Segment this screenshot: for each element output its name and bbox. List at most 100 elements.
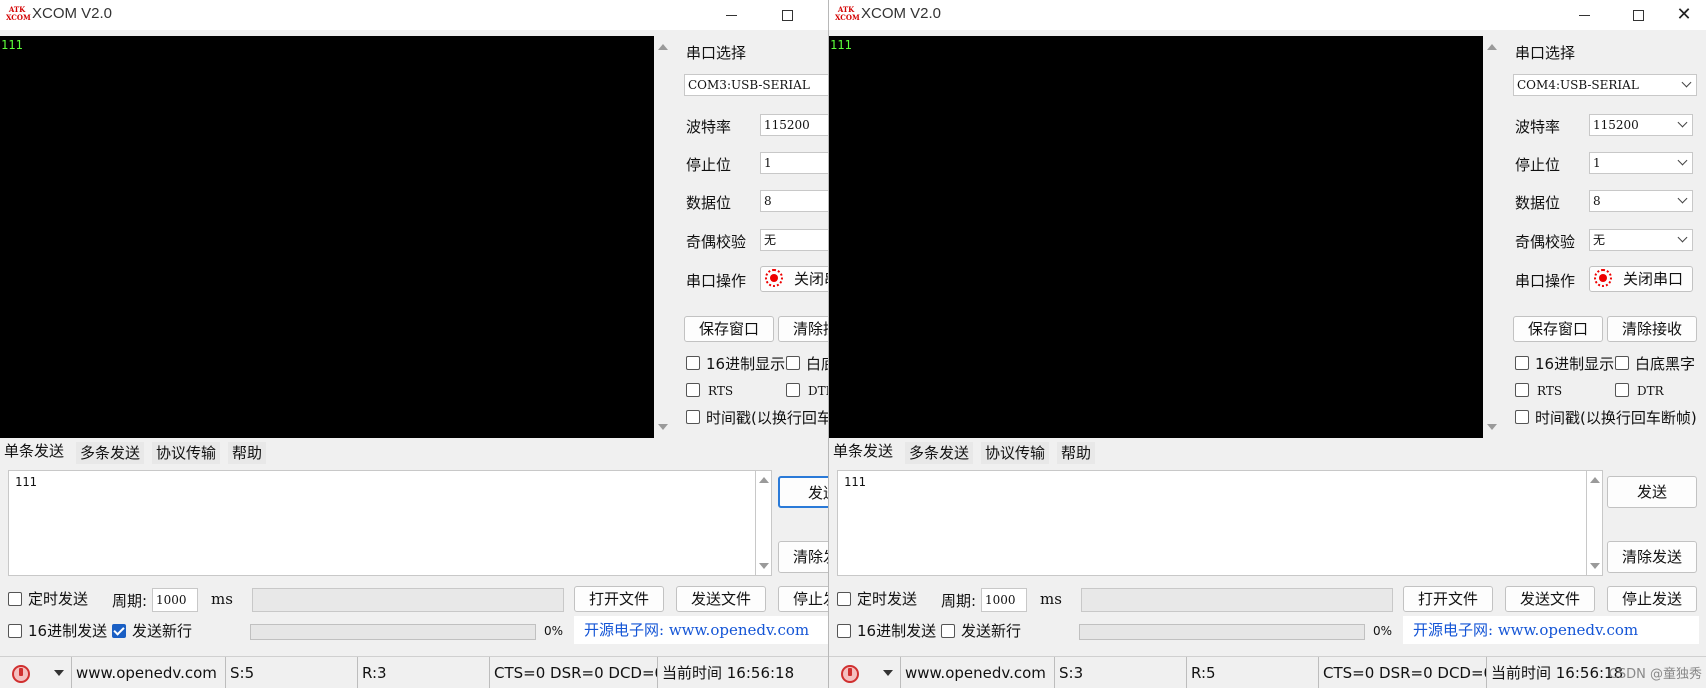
send-scrollbar[interactable] [756, 470, 772, 576]
period-label: 周期: [941, 592, 977, 610]
clear-receive-button[interactable]: 清除接收 [778, 316, 828, 342]
parity-select[interactable]: 无 [760, 229, 828, 251]
white-bg-checkbox[interactable] [1615, 356, 1629, 370]
tab-multi-send[interactable]: 多条发送 [905, 442, 974, 464]
tab-single-send[interactable]: 单条发送 [829, 440, 898, 462]
receive-scrollbar[interactable] [1483, 36, 1501, 438]
send-file-button[interactable]: 发送文件 [1505, 586, 1595, 612]
scroll-up-icon[interactable] [758, 477, 769, 483]
open-file-button[interactable]: 打开文件 [1403, 586, 1493, 612]
parity-select[interactable]: 无 [1589, 229, 1693, 251]
send-file-button[interactable]: 发送文件 [676, 586, 766, 612]
hex-send-checkbox[interactable] [8, 624, 22, 638]
baud-select[interactable]: 115200 [760, 114, 828, 136]
period-input[interactable]: 1000 [981, 588, 1027, 612]
open-file-button[interactable]: 打开文件 [574, 586, 664, 612]
port-select[interactable]: COM4:USB-SERIAL [1513, 74, 1697, 96]
power-dropdown[interactable] [829, 657, 901, 688]
scroll-down-icon[interactable] [758, 563, 769, 569]
period-label: 周期: [112, 592, 148, 610]
stop-send-button[interactable]: 停止发送 [778, 586, 828, 612]
tab-help[interactable]: 帮助 [1057, 442, 1096, 464]
dtr-checkbox[interactable] [1615, 383, 1629, 397]
scroll-up-icon[interactable] [1487, 44, 1497, 50]
scroll-down-icon[interactable] [1487, 424, 1497, 430]
send-newline-checkbox[interactable] [941, 624, 955, 638]
window-title: XCOM V2.0 [32, 5, 113, 22]
stop-send-button[interactable]: 停止发送 [1607, 586, 1697, 612]
status-recv-count: R:5 [1187, 657, 1319, 688]
hex-display-checkbox[interactable] [686, 356, 700, 370]
timestamp-label: 时间戳(以换行回车断帧) [706, 409, 828, 427]
tab-help[interactable]: 帮助 [228, 442, 267, 464]
stop-bits-select[interactable]: 1 [760, 152, 828, 174]
port-status-icon [1594, 269, 1612, 287]
receive-scrollbar[interactable] [654, 36, 672, 438]
data-bits-select[interactable]: 8 [1589, 190, 1693, 212]
rts-checkbox[interactable] [686, 383, 700, 397]
baud-select[interactable]: 115200 [1589, 114, 1693, 136]
receive-area[interactable]: 111 [829, 36, 1483, 438]
tab-single-send[interactable]: 单条发送 [0, 440, 69, 462]
website-ad-link[interactable]: 开源电子网: www.openedv.com [574, 616, 828, 644]
timed-send-checkbox[interactable] [837, 592, 851, 606]
scroll-up-icon[interactable] [1589, 477, 1600, 483]
close-port-button[interactable]: 关闭串口 [760, 266, 828, 292]
progress-percent: 0% [1373, 624, 1393, 638]
close-button[interactable]: ✕ [1661, 0, 1706, 30]
close-port-button[interactable]: 关闭串口 [1589, 266, 1693, 292]
receive-text: 111 [830, 38, 852, 52]
clear-send-button[interactable]: 清除发送 [1607, 541, 1697, 573]
period-input[interactable]: 1000 [152, 588, 198, 612]
timed-send-checkbox[interactable] [8, 592, 22, 606]
status-website[interactable]: www.openedv.com [72, 657, 226, 688]
scroll-up-icon[interactable] [658, 44, 668, 50]
website-ad-link[interactable]: 开源电子网: www.openedv.com [1403, 616, 1699, 644]
title-bar[interactable]: ATK XCOM XCOM V2.0 [0, 0, 828, 30]
scroll-down-icon[interactable] [658, 424, 668, 430]
minimize-button[interactable] [1561, 0, 1607, 30]
file-path-input[interactable] [252, 588, 564, 612]
timestamp-checkbox[interactable] [1515, 410, 1529, 424]
data-bits-select[interactable]: 8 [760, 190, 828, 212]
save-window-button[interactable]: 保存窗口 [684, 316, 774, 342]
hex-send-label: 16进制发送 [28, 622, 108, 640]
receive-area[interactable]: 111 [0, 36, 654, 438]
title-bar[interactable]: ATK XCOM XCOM V2.0 ✕ [829, 0, 1706, 30]
settings-panel: 串口选择 COM4:USB-SERIAL 波特率 115200 停止位 1 数据… [1509, 36, 1706, 436]
scroll-down-icon[interactable] [1589, 563, 1600, 569]
timestamp-checkbox[interactable] [686, 410, 700, 424]
send-input[interactable]: 111 [8, 470, 756, 576]
send-input[interactable]: 111 [837, 470, 1587, 576]
stop-bits-select[interactable]: 1 [1589, 152, 1693, 174]
hex-send-checkbox[interactable] [837, 624, 851, 638]
port-select[interactable]: COM3:USB-SERIAL [684, 74, 828, 96]
power-dropdown[interactable] [0, 657, 72, 688]
status-bar: www.openedv.com S:3 R:5 CTS=0 DSR=0 DCD=… [829, 656, 1706, 688]
port-select-label: 串口选择 [1515, 44, 1576, 62]
white-bg-checkbox[interactable] [786, 356, 800, 370]
minimize-button[interactable] [708, 0, 754, 30]
status-line-states: CTS=0 DSR=0 DCD=0 [490, 657, 658, 688]
maximize-button[interactable] [764, 0, 810, 30]
clear-send-button[interactable]: 清除发送 [778, 541, 828, 573]
rts-checkbox[interactable] [1515, 383, 1529, 397]
send-scrollbar[interactable] [1587, 470, 1603, 576]
send-newline-checkbox[interactable] [112, 624, 126, 638]
tab-multi-send[interactable]: 多条发送 [76, 442, 145, 464]
send-button[interactable]: 发送 [1607, 476, 1697, 508]
tab-protocol[interactable]: 协议传输 [981, 442, 1050, 464]
clear-receive-button[interactable]: 清除接收 [1607, 316, 1697, 342]
tab-protocol[interactable]: 协议传输 [152, 442, 221, 464]
send-button[interactable]: 发送 [778, 476, 828, 508]
minimize-icon [1578, 14, 1590, 16]
send-newline-label: 发送新行 [132, 622, 193, 640]
hex-display-checkbox[interactable] [1515, 356, 1529, 370]
maximize-button[interactable] [1615, 0, 1661, 30]
chevron-down-icon [1677, 193, 1688, 204]
maximize-icon [1632, 9, 1644, 21]
file-path-input[interactable] [1081, 588, 1393, 612]
status-website[interactable]: www.openedv.com [901, 657, 1055, 688]
save-window-button[interactable]: 保存窗口 [1513, 316, 1603, 342]
dtr-checkbox[interactable] [786, 383, 800, 397]
